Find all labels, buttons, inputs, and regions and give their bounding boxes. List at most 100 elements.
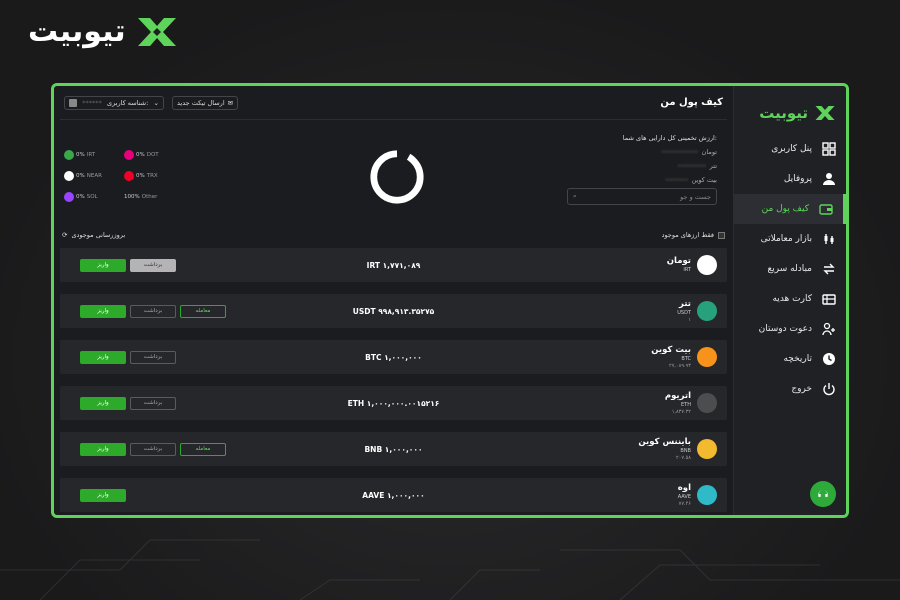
search-input[interactable]: ⌕ جست و جو: [567, 188, 717, 205]
withdraw-button[interactable]: برداشت: [130, 304, 176, 318]
row-actions: واریز برداشت: [80, 258, 228, 272]
sidebar-item-invite[interactable]: دعوت دوستان: [734, 314, 846, 344]
asset-name: بیت کوین: [651, 345, 691, 355]
iran-flag-icon: [697, 255, 717, 275]
asset-price: ۲۰۷.۵۸: [675, 455, 691, 461]
only-available-checkbox[interactable]: فقط ارزهای موجود: [662, 231, 725, 239]
user-id-dropdown[interactable]: ****** شناسه کاربری: ⌄: [64, 95, 164, 110]
asset-name: بایننس کوین: [638, 437, 691, 447]
sidebar-item-label: پنل کاربری: [771, 144, 812, 154]
invite-icon: [822, 322, 836, 336]
legend-symbol: IRT: [86, 152, 96, 158]
refresh-icon: ⟳: [62, 231, 68, 239]
refresh-balance-button[interactable]: ⟳ بروزرسانی موجودی: [62, 231, 125, 239]
headset-icon: [818, 489, 828, 497]
row-actions: واریز برداشت معامله: [80, 442, 228, 456]
user-id-value: ******: [82, 98, 102, 107]
market-icon: [822, 232, 836, 246]
withdraw-button[interactable]: برداشت: [130, 442, 176, 456]
asset-price: ۲۷,۰۸۹.۹۳: [669, 363, 691, 369]
estimate-unit: بیت کوین: [691, 176, 717, 184]
deposit-button[interactable]: واریز: [80, 258, 126, 272]
near-icon: [64, 171, 74, 181]
binance-icon: [697, 439, 717, 459]
main-content: ****** شناسه کاربری: ⌄ ارسال تیکت جدید ✉…: [54, 86, 733, 515]
legend-item: 0% SOL: [64, 192, 124, 202]
asset-balance: USDT ۹۹۸,۹۱۳.۳۵۲۷۵: [352, 306, 435, 316]
sidebar-item-label: خروج: [791, 384, 812, 394]
sidebar-item-wallet[interactable]: کیف پول من: [734, 194, 846, 224]
asset-name: تومان: [666, 256, 691, 266]
legend-symbol: Other: [141, 194, 158, 200]
asset-price: ۱,۸۳۷.۳۲: [671, 409, 691, 415]
sidebar-item-market[interactable]: بازار معاملاتی: [734, 224, 846, 254]
sidebar-item-label: دعوت دوستان: [758, 324, 812, 334]
legend-item: 0% IRT: [64, 150, 124, 160]
asset-info: بیت کوین BTC ۲۷,۰۸۹.۹۳: [651, 345, 717, 369]
sidebar-item-user[interactable]: پروفایل: [734, 164, 846, 194]
estimate-value: ••••••••: [664, 176, 689, 184]
user-avatar-icon: [69, 98, 77, 107]
aave-icon: [697, 485, 717, 505]
support-button[interactable]: [810, 481, 836, 507]
sidebar-item-label: کیف پول من: [761, 204, 809, 214]
withdraw-button[interactable]: برداشت: [130, 350, 176, 364]
sidebar-item-dashboard[interactable]: پنل کاربری: [734, 134, 846, 164]
asset-row: واریز برداشت IRT ۱,۷۷۱,۰۸۹ تومان IRT: [60, 248, 727, 282]
sidebar-item-history[interactable]: تاریخچه: [734, 344, 846, 374]
estimate-unit: تومان: [701, 148, 717, 156]
gift-card-icon: [822, 292, 836, 306]
legend-pct: 0%: [76, 173, 85, 179]
portfolio-legend: 0% IRT 0% DOT 0% NEAR 0% TRX 0% SOL 100% Othe…: [64, 150, 184, 202]
top-bar: ****** شناسه کاربری: ⌄ ارسال تیکت جدید ✉…: [60, 86, 727, 120]
search-placeholder: جست و جو: [680, 192, 711, 201]
tbit-logo-icon: [815, 106, 835, 120]
deposit-button[interactable]: واریز: [80, 396, 126, 410]
circuit-pattern: [0, 539, 900, 600]
dashboard-icon: [822, 142, 836, 156]
asset-balance: AAVE ۱,۰۰۰,۰۰۰: [362, 490, 425, 500]
sidebar-item-exchange[interactable]: مبادله سریع: [734, 254, 846, 284]
asset-balance: IRT ۱,۷۷۱,۰۸۹: [366, 260, 421, 270]
legend-item: 0% DOT: [124, 150, 184, 160]
ticket-icon: ✉: [227, 98, 234, 107]
sidebar-item-logout[interactable]: خروج: [734, 374, 846, 404]
legend-item: 0% TRX: [124, 171, 184, 181]
estimate-line-toman: ••••••••••••• تومان: [661, 148, 717, 156]
user-id-label: شناسه کاربری:: [107, 98, 149, 107]
asset-row: واریز برداشت معامله BNB ۱,۰۰۰,۰۰۰ بایننس ک…: [60, 432, 727, 466]
new-ticket-button[interactable]: ارسال تیکت جدید ✉: [172, 95, 239, 110]
deposit-button[interactable]: واریز: [80, 488, 126, 502]
estimate-line-btc: •••••••• بیت کوین: [665, 176, 717, 184]
trade-button[interactable]: معامله: [180, 304, 226, 318]
sidebar-logo[interactable]: تیوبیت: [734, 86, 846, 126]
estimate-line-usdt: •••••••••• تتر: [677, 162, 717, 170]
checkbox-box: [718, 231, 725, 239]
asset-row: واریز برداشت BTC ۱,۰۰۰,۰۰۰ بیت کوین BTC ۲…: [60, 340, 727, 374]
asset-row: واریز برداشت معامله USDT ۹۹۸,۹۱۳.۳۵۲۷۵ تتر…: [60, 294, 727, 328]
deposit-button[interactable]: واریز: [80, 304, 126, 318]
sidebar-item-label: پروفایل: [783, 174, 812, 184]
asset-symbol: BTC: [681, 356, 691, 362]
legend-symbol: DOT: [146, 152, 159, 158]
trade-button[interactable]: معامله: [180, 442, 226, 456]
deposit-button[interactable]: واریز: [80, 442, 126, 456]
legend-item: 0% NEAR: [64, 171, 124, 181]
exchange-icon: [822, 262, 836, 276]
asset-name: اوه: [677, 483, 691, 493]
row-actions: واریز برداشت: [80, 396, 228, 410]
withdraw-button[interactable]: برداشت: [130, 396, 176, 410]
tether-icon: [697, 301, 717, 321]
sidebar-menu: پنل کاربری پروفایل کیف پول من بازار معام…: [734, 134, 846, 404]
asset-balance: ETH ۱,۰۰۰,۰۰۰.۰۰۱۵۲۱۶: [347, 398, 440, 408]
sidebar-item-gift-card[interactable]: کارت هدیه: [734, 284, 846, 314]
deposit-button[interactable]: واریز: [80, 350, 126, 364]
estimate-unit: تتر: [709, 162, 717, 170]
sidebar-brand-name: تیوبیت: [759, 104, 808, 122]
history-icon: [822, 352, 836, 366]
estimate-value: •••••••••••••: [660, 148, 699, 156]
sidebar-item-label: بازار معاملاتی: [760, 234, 812, 244]
legend-pct: 0%: [136, 152, 145, 158]
withdraw-button[interactable]: برداشت: [130, 258, 176, 272]
asset-list: واریز برداشت IRT ۱,۷۷۱,۰۸۹ تومان IRT واری…: [60, 248, 727, 512]
